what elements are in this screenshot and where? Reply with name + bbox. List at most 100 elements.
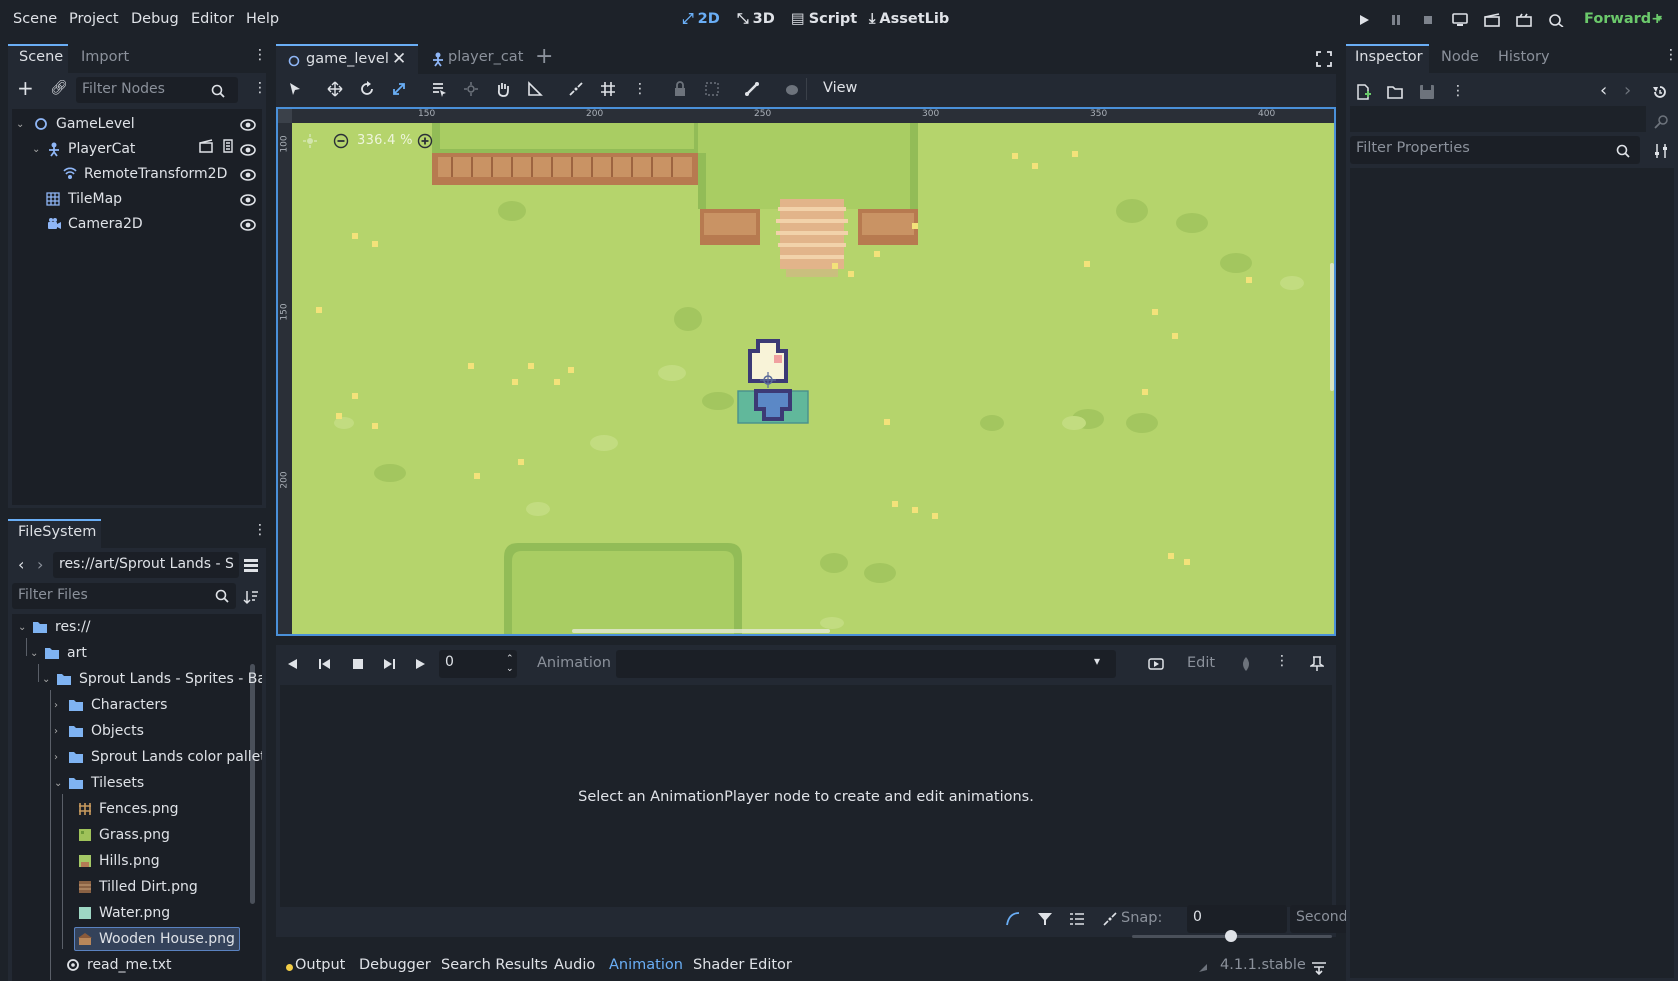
snap-options-button[interactable]: ⋮ [631,80,649,98]
lock-button[interactable] [671,80,689,98]
onion-skin-icon[interactable] [1239,656,1253,672]
rotate-tool-button[interactable] [358,80,376,98]
file-item-readme[interactable]: read_me.txt [66,953,172,977]
back-arrow-icon[interactable]: ‹ [1600,80,1607,101]
play-backwards-from-end-icon[interactable] [287,658,299,670]
center-view-icon[interactable] [302,133,318,149]
filter-icon[interactable] [1037,911,1053,927]
instance-icon[interactable] [199,139,213,153]
tab-inspector[interactable]: Inspector [1355,49,1423,65]
file-item-wooden-house[interactable]: Wooden House.png [74,927,240,951]
filter-files-input[interactable]: Filter Files [12,583,236,609]
tab-output[interactable]: Output [295,957,345,973]
file-item-sprout-lands[interactable]: ⌄ Sprout Lands - Sprites - Basic [42,667,262,691]
kebab-menu-icon[interactable]: ⋮ [1275,653,1289,669]
tab-search-results[interactable]: Search Results [441,957,548,973]
tab-shader-editor[interactable]: Shader Editor [693,957,792,973]
view-menu[interactable]: View [823,80,857,96]
sort-icon[interactable] [243,589,259,605]
play-backwards-icon[interactable] [318,658,332,670]
file-item-water[interactable]: Water.png [78,901,170,925]
movie-maker-button[interactable] [1548,12,1564,28]
bezier-curve-icon[interactable] [1005,911,1021,927]
visibility-eye-icon[interactable] [240,119,256,131]
tab-audio[interactable]: Audio [554,957,595,973]
close-icon[interactable]: ✕ [392,49,406,69]
file-item-tilesets[interactable]: ⌄ Tilesets [54,771,144,795]
distraction-free-icon[interactable] [1316,51,1332,67]
tree-node-camera2d[interactable]: Camera2D [32,212,143,236]
canvas-viewport[interactable]: 150 200 250 300 350 400 100 150 200 336.… [276,107,1336,636]
open-folder-icon[interactable] [1387,85,1403,99]
file-item-characters[interactable]: › Characters [54,693,167,717]
scale-tool-button[interactable] [390,80,408,98]
kebab-menu-icon[interactable]: ⋮ [1451,83,1465,99]
autoplay-icon[interactable] [1148,656,1164,672]
tab-import[interactable]: Import [81,49,129,65]
timeline-zoom-slider[interactable] [1225,930,1237,942]
list-select-button[interactable] [430,80,448,98]
renderer-selector[interactable]: Forward+ [1584,11,1663,27]
file-item-grass[interactable]: Grass.png [78,823,170,847]
tree-node-gamelevel[interactable]: ⌄ GameLevel [16,112,135,136]
dock-menu-icon[interactable]: ⋮ [1664,47,1678,63]
workspace-2d-button[interactable]: ⤢ 2D [682,11,720,27]
file-item-hills[interactable]: Hills.png [78,849,160,873]
new-resource-icon[interactable] [1355,84,1371,100]
workspace-3d-button[interactable]: ⤡ 3D [737,11,775,27]
play-button[interactable] [1356,12,1372,28]
pause-button[interactable] [1388,12,1404,28]
file-item-res[interactable]: ⌄ res:// [18,615,91,639]
snap-input[interactable]: 0 [1187,905,1287,933]
edit-button[interactable]: Edit [1187,655,1215,671]
expand-panel-icon[interactable] [1311,961,1327,975]
tab-scene[interactable]: Scene [19,49,63,65]
tree-node-tilemap[interactable]: TileMap [32,187,122,211]
grid-snap-button[interactable] [599,80,617,98]
select-tool-button[interactable] [286,80,304,98]
dock-menu-icon[interactable]: ⋮ [253,522,267,538]
add-tab-icon[interactable]: + [535,44,553,69]
menu-help[interactable]: Help [246,11,279,27]
filesystem-path-input[interactable]: res://art/Sprout Lands - S [53,552,239,578]
animation-select[interactable]: ▾ [616,650,1116,678]
object-search-icon[interactable] [1653,114,1669,130]
tree-node-playercat[interactable]: ⌄ PlayerCat [32,137,135,161]
visibility-eye-icon[interactable] [240,194,256,206]
file-item-objects[interactable]: › Objects [54,719,144,743]
file-item-color-pallet[interactable]: › Sprout Lands color pallet [54,745,262,769]
script-attached-icon[interactable] [221,139,235,153]
tab-node[interactable]: Node [1441,49,1479,65]
tab-game-level[interactable]: game_level ✕ [276,44,418,74]
menu-project[interactable]: Project [69,11,119,27]
forward-arrow-icon[interactable]: › [37,555,43,574]
play-scene-button[interactable] [1484,12,1500,28]
tab-history[interactable]: History [1498,49,1550,65]
remote-debug-button[interactable] [1452,12,1468,28]
save-icon[interactable] [1419,84,1435,100]
back-arrow-icon[interactable]: ‹ [18,555,24,574]
filter-properties-input[interactable]: Filter Properties [1350,136,1640,164]
workspace-script-button[interactable]: ▤ Script [791,11,857,27]
property-options-icon[interactable] [1653,143,1669,159]
zoom-level[interactable]: 336.4 % [357,133,413,148]
zoom-in-icon[interactable] [417,133,433,149]
ruler-tool-button[interactable] [526,80,544,98]
file-tree-scrollbar[interactable] [250,664,255,904]
file-item-art[interactable]: ⌄ art [30,641,87,665]
list-view-icon[interactable] [243,557,259,573]
stop-button[interactable] [1420,12,1436,28]
scene-options-icon[interactable]: ⋮ [253,80,267,96]
stop-icon[interactable] [352,658,364,670]
forward-arrow-icon[interactable]: › [1624,80,1631,101]
play-icon[interactable] [414,658,426,670]
workspace-assetlib-button[interactable]: ⤓ AssetLib [869,11,949,27]
pan-tool-button[interactable] [494,80,512,98]
move-tool-button[interactable] [326,80,344,98]
menu-scene[interactable]: Scene [13,11,57,27]
pin-icon[interactable] [1310,656,1324,672]
menu-editor[interactable]: Editor [191,11,234,27]
history-icon[interactable] [1652,84,1668,100]
tab-animation[interactable]: Animation [609,957,683,973]
spinbox-arrows-icon[interactable]: ⌃ ⌄ [506,654,514,674]
